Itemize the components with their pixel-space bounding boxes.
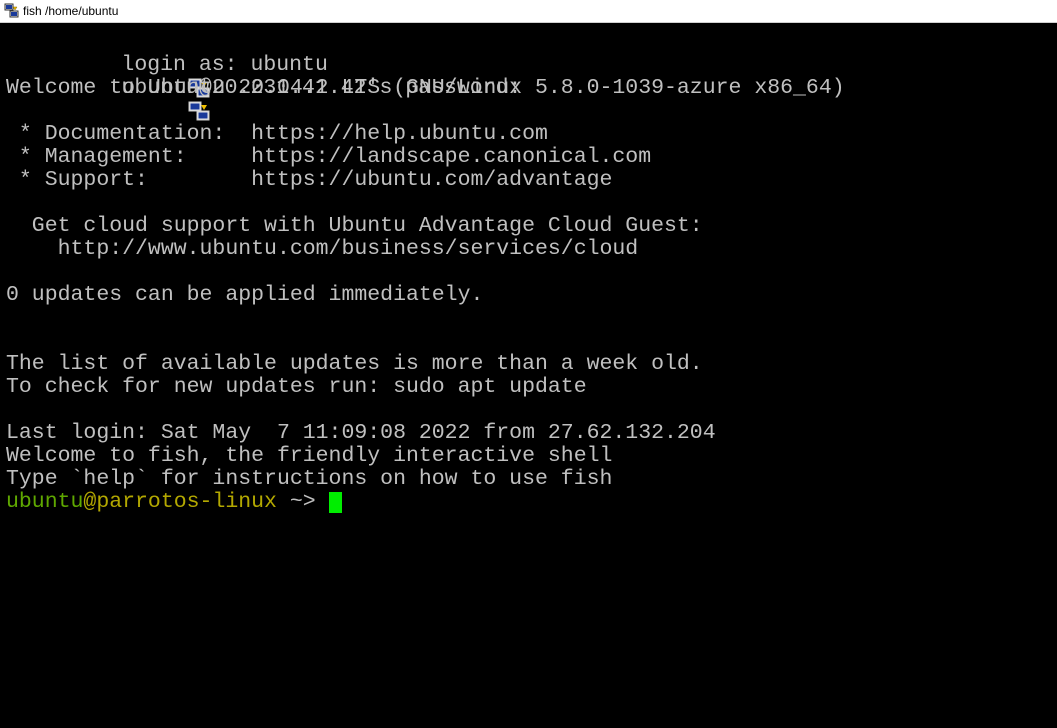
window-title: fish /home/ubuntu (23, 4, 119, 18)
terminal-line: Welcome to Ubuntu 20.04.2 LTS (GNU/Linux… (6, 76, 845, 100)
terminal-line: * Management: https://landscape.canonica… (6, 145, 652, 169)
terminal-screen[interactable]: login as: ubuntu ubuntu@20.231.41.42's p… (0, 23, 1057, 728)
putty-icon[interactable] (4, 3, 20, 19)
terminal-line: * Support: https://ubuntu.com/advantage (6, 168, 613, 192)
terminal-window: fish /home/ubuntu login as: ubuntu ubunt… (0, 0, 1057, 728)
prompt-user: ubuntu (6, 490, 84, 514)
shell-prompt[interactable]: ubuntu@parrotos-linux ~> (6, 491, 342, 514)
terminal-line: To check for new updates run: sudo apt u… (6, 375, 587, 399)
terminal-line: http://www.ubuntu.com/business/services/… (6, 237, 639, 261)
title-bar[interactable]: fish /home/ubuntu (0, 0, 1057, 23)
terminal-line: Welcome to fish, the friendly interactiv… (6, 444, 613, 468)
text-cursor[interactable] (328, 492, 342, 513)
terminal-line: 0 updates can be applied immediately. (6, 283, 484, 307)
terminal-line: ubuntu@20.231.41.42's password: (6, 54, 521, 121)
terminal-line: login as: ubuntu (6, 31, 328, 98)
terminal-line: Last login: Sat May 7 11:09:08 2022 from… (6, 421, 716, 445)
prompt-cwd: ~> (276, 490, 329, 514)
terminal-line: The list of available updates is more th… (6, 352, 703, 376)
prompt-host: @parrotos-linux (83, 490, 277, 514)
terminal-line: Type `help` for instructions on how to u… (6, 467, 613, 491)
terminal-line: * Documentation: https://help.ubuntu.com (6, 122, 548, 146)
terminal-line: Get cloud support with Ubuntu Advantage … (6, 214, 703, 238)
